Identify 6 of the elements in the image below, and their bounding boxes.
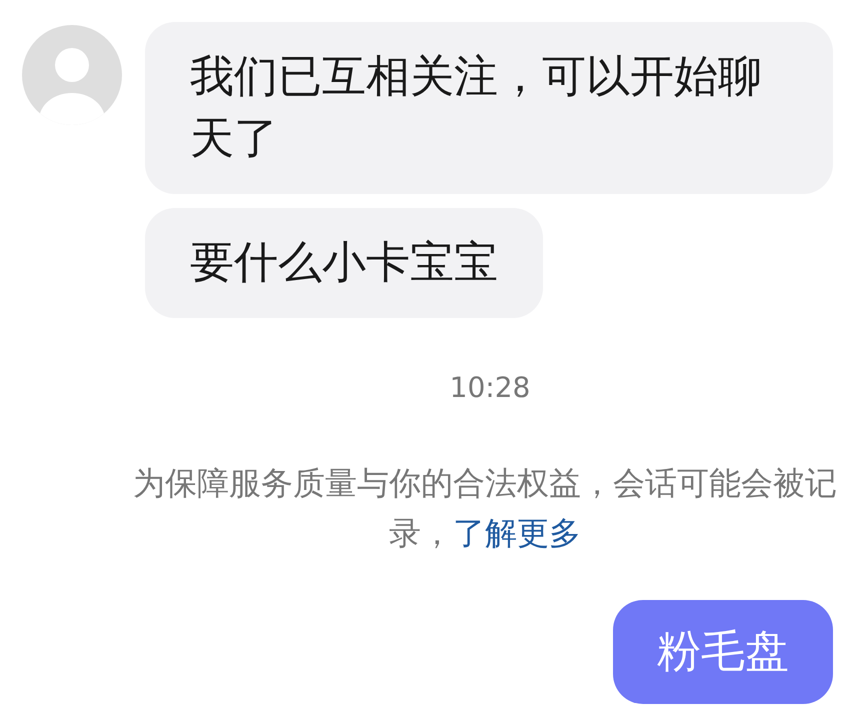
- message-bubble: 要什么小卡宝宝: [145, 208, 543, 318]
- message-bubble: 我们已互相关注，可以开始聊天了: [145, 22, 833, 194]
- message-bubble: 粉毛盘: [613, 600, 833, 704]
- privacy-notice: 为保障服务质量与你的合法权益，会话可能会被记录，了解更多: [132, 463, 838, 554]
- learn-more-link[interactable]: 了解更多: [453, 514, 581, 552]
- message-time: 10:28: [450, 370, 530, 406]
